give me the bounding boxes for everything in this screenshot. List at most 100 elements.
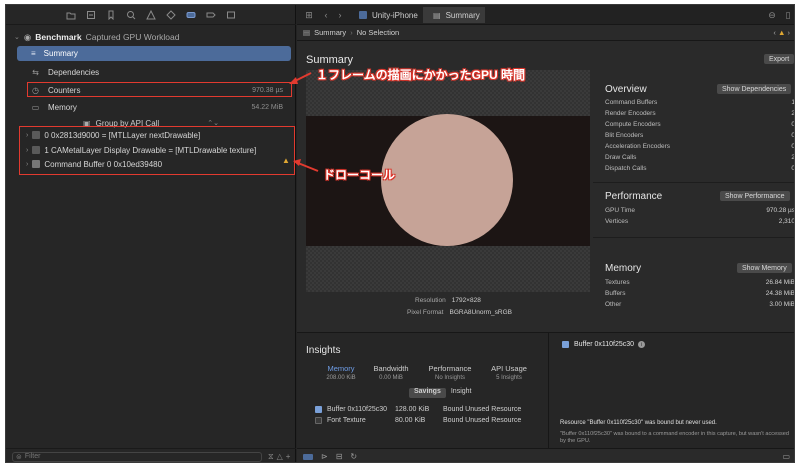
filter-icon: ⊜ [16, 453, 22, 461]
source-control-icon[interactable] [86, 10, 96, 20]
navigator-filter-bar: ⊜ Filter ⧖ △ + [6, 448, 296, 462]
back-icon[interactable]: ‹ [321, 10, 331, 20]
show-dependencies-button[interactable]: Show Dependencies [717, 84, 792, 94]
chevron-right-icon[interactable]: › [26, 161, 28, 168]
breadcrumb-item[interactable]: No Selection [357, 28, 400, 37]
overview-row: Compute Encoders 0 [605, 121, 795, 128]
rendered-circle [381, 114, 513, 246]
tree-item-dependencies[interactable]: ⇆ Dependencies [31, 64, 99, 80]
detail-message: Resource "Buffer 0x110f25c30" was bound … [560, 420, 717, 426]
memory-title: Memory [605, 263, 642, 274]
dependencies-icon: ⇆ [32, 67, 39, 77]
tree-item-label: Summary [43, 49, 78, 58]
grid-icon[interactable]: ⊞ [304, 10, 314, 20]
show-memory-button[interactable]: Show Memory [737, 263, 792, 273]
report-icon[interactable] [226, 10, 236, 20]
drawcall-annotation: ドローコール [323, 168, 396, 182]
clock-icon: ◷ [32, 85, 39, 95]
toggle-console-icon[interactable] [303, 453, 313, 460]
insight-tab-performance[interactable]: Performance No Insights [420, 364, 480, 381]
navigator-toolbar [6, 5, 296, 25]
folder-icon[interactable] [66, 10, 76, 20]
command-icon [32, 131, 41, 139]
overview-row: Dispatch Calls 0 [605, 165, 795, 172]
project-icon [359, 11, 367, 19]
panel-toggle-icon[interactable]: ▭ [782, 452, 790, 461]
tab-summary[interactable]: ▤ Summary [423, 7, 485, 23]
breadcrumb-item[interactable]: Summary [314, 28, 346, 37]
pixel-format-label: Pixel Format [407, 309, 444, 316]
tree-root-benchmark[interactable]: ⌄ ◉ Benchmark Captured GPU Workload [14, 29, 179, 45]
show-performance-button[interactable]: Show Performance [720, 191, 790, 201]
tab-unity-iphone[interactable]: Unity-iPhone [349, 7, 428, 23]
split-icon[interactable]: ▯ [783, 10, 793, 20]
buffer-icon [315, 405, 322, 413]
overview-title: Overview [605, 84, 647, 95]
call-label: 0 0x2813d9000 = [MTLLayer nextDrawable] [44, 130, 201, 140]
debug-bar: ⊳ ⊟ ↻ ▭ [297, 448, 794, 462]
refresh-icon[interactable]: ↻ [350, 452, 357, 461]
overview-row: Acceleration Encoders 0 [605, 143, 795, 150]
detail-header: Buffer 0x110f25c30 i [562, 341, 646, 348]
resolution-info: Resolution 1792×828 [415, 297, 481, 304]
chevron-down-icon[interactable]: ⌄ [14, 33, 20, 41]
tree-item-memory[interactable]: ▭ Memory 54.22 MiB [31, 99, 289, 115]
insight-row[interactable]: Buffer 0x110f25c30 128.00 KiB Bound Unus… [315, 404, 545, 414]
plus-icon[interactable]: + [286, 452, 291, 461]
insight-tab-api-usage[interactable]: API Usage 5 Insights [479, 364, 539, 381]
hierarchy-icon[interactable]: ⧖ [268, 452, 274, 462]
resolution-label: Resolution [415, 297, 446, 304]
chevron-right-icon[interactable]: › [26, 147, 28, 154]
insight-tab-bandwidth[interactable]: Bandwidth 0.00 MiB [361, 364, 421, 381]
issue-icon[interactable] [146, 9, 156, 20]
capture-icon: ◉ [23, 31, 32, 42]
tree-item-summary[interactable]: ≡ Summary [17, 46, 291, 61]
chevron-right-icon[interactable]: › [26, 132, 28, 139]
detail-title: Buffer 0x110f25c30 [574, 341, 635, 348]
call-row[interactable]: › 0 0x2813d9000 = [MTLLayer nextDrawable… [26, 127, 200, 143]
detail-description: "Buffer 0x110f25c30" was bound to a comm… [560, 431, 790, 444]
call-label: 1 CAMetalLayer Display Drawable = [MTLDr… [44, 145, 257, 155]
overview-row: Blit Encoders 0 [605, 132, 795, 139]
counters-value: 970.38 µs [252, 86, 283, 94]
insights-panel: Insights Memory 208.00 KiB Bandwidth 0.00 … [297, 332, 794, 449]
tab-label: Unity-iPhone [372, 10, 418, 20]
summary-side-panel: Overview Show Dependencies Command Buffe… [593, 70, 795, 332]
command-buffer-icon [32, 160, 41, 168]
resolution-value: 1792×828 [451, 297, 481, 304]
summary-icon: ≡ [31, 49, 36, 58]
sort-savings-button[interactable]: Savings [409, 388, 446, 398]
insights-list: Insights Memory 208.00 KiB Bandwidth 0.00 … [297, 333, 549, 449]
minus-circle-icon[interactable]: ⊖ [767, 10, 777, 20]
info-icon[interactable]: i [638, 341, 646, 348]
export-button[interactable]: Export [764, 54, 794, 64]
memory-row: Buffers 24.38 MiB [605, 290, 795, 297]
sort-insight-button[interactable]: Insight [446, 388, 477, 398]
test-icon[interactable] [166, 9, 176, 20]
call-row[interactable]: › Command Buffer 0 0x10ed39480 [26, 156, 162, 172]
performance-row: GPU Time 970.28 µs [605, 207, 795, 214]
replay-icon[interactable]: ⊳ [321, 452, 328, 461]
issue-nav-icon[interactable]: ‹ ▲ › [773, 28, 790, 37]
bookmark-icon[interactable] [106, 10, 116, 20]
overview-row: Command Buffers 1 [605, 99, 795, 106]
memory-row: Textures 26.84 MiB [605, 279, 795, 286]
filter-input[interactable]: ⊜ Filter [12, 451, 262, 462]
counters-annotation: １フレームの描画にかかったGPU 時間 [316, 68, 525, 82]
triangle-filter-icon[interactable]: △ [277, 452, 283, 461]
memory-icon: ▭ [31, 102, 40, 112]
debug-navigator: ⌄ ◉ Benchmark Captured GPU Workload ≡ Su… [6, 5, 296, 462]
breakpoint-icon[interactable] [206, 10, 216, 20]
forward-icon[interactable]: › [335, 10, 345, 20]
insight-row[interactable]: Font Texture 80.00 KiB Bound Unused Reso… [315, 415, 545, 425]
warning-icon[interactable]: ▲ [282, 156, 290, 165]
editor-tab-bar: ⊞ ‹ › Unity-iPhone ▤ Summary ⊖ ▯ [297, 5, 794, 25]
find-icon[interactable] [126, 10, 136, 20]
debug-icon[interactable] [186, 10, 196, 20]
insights-title: Insights [306, 345, 341, 356]
buffer-icon [562, 341, 569, 348]
breadcrumb-separator: › [350, 28, 353, 37]
tree-item-counters[interactable]: ◷ Counters 970.38 µs [31, 82, 289, 98]
overview-row: Draw Calls 2 [605, 154, 795, 161]
layout-icon[interactable]: ⊟ [336, 452, 343, 461]
